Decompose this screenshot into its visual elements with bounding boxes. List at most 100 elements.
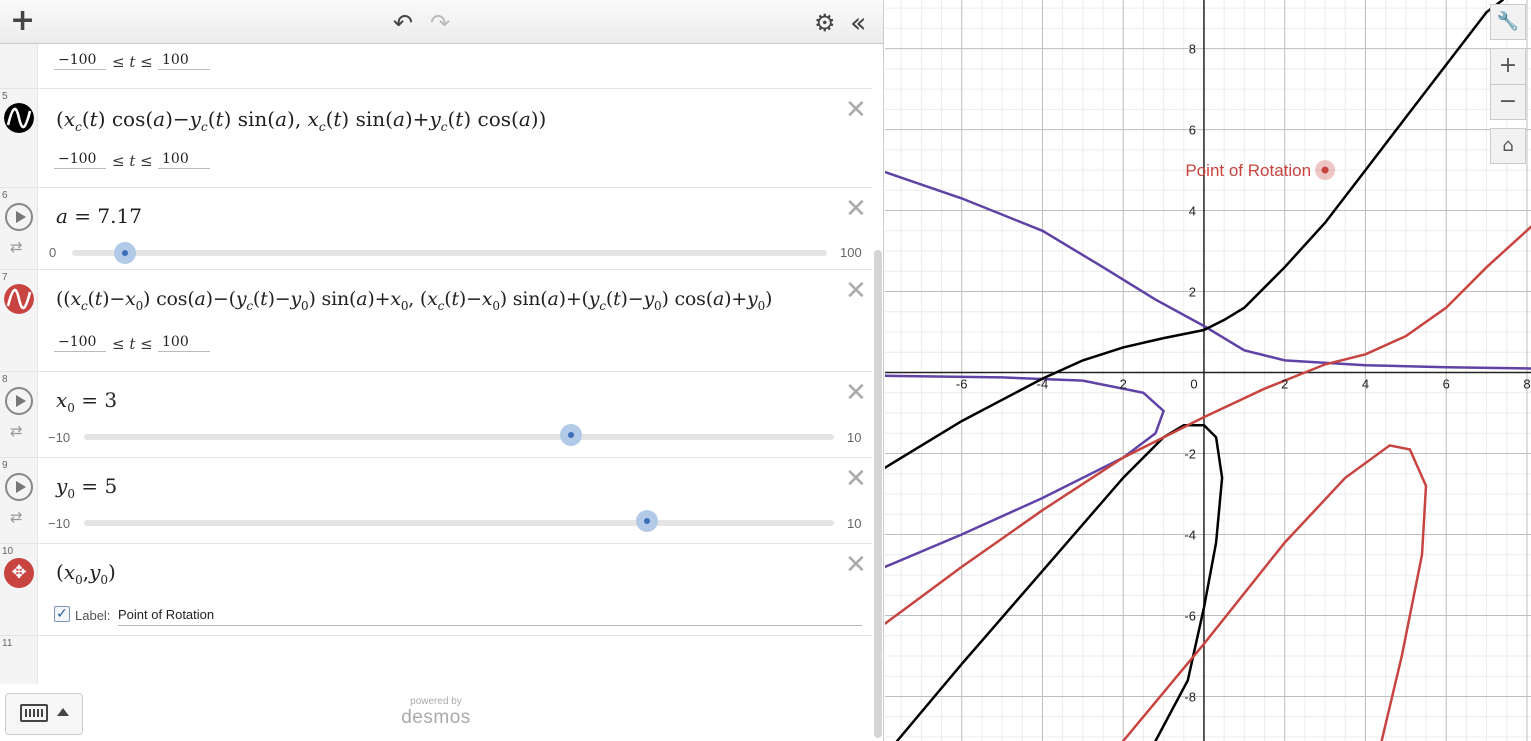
play-slider-button[interactable] [5,203,33,231]
slider-variable: y [56,474,68,498]
graph-settings-wrench-button[interactable]: 🔧 [1490,4,1526,40]
curve-color-icon[interactable] [4,284,34,314]
collapse-panel-button[interactable]: ‹‹ [850,6,867,39]
y-tick-label: 6 [1189,123,1196,138]
x-tick-label: 2 [1120,377,1127,392]
parameter-inequality: ≤ t ≤ [112,53,153,71]
parameter-inequality: ≤ t ≤ [112,152,153,170]
point-expression[interactable]: (x0,y0) [56,560,116,587]
parameter-lower-bound[interactable]: −100 [54,151,106,169]
purple-curve-lower [885,374,1166,569]
expression-index: 11 [2,638,13,649]
expression-list-scrollbar[interactable] [874,250,882,738]
slider-handle[interactable] [114,242,136,264]
slider-min[interactable]: 0 [49,245,56,260]
expression-index: 9 [2,460,8,471]
slider-variable: x [56,388,68,412]
delete-expression-button[interactable]: ✕ [845,380,867,406]
black-curve-lower [895,423,1224,741]
expression-row-9[interactable]: 9 ⇄ y0 = 5 ✕ −10 10 [0,458,872,544]
powered-by-desmos[interactable]: powered by desmos [396,696,476,729]
expression-row-6[interactable]: 6 ⇄ a = 7.17 ✕ 0 100 [0,188,872,270]
slider-value: 3 [104,388,118,412]
graph-canvas[interactable]: -6 -4 2 0 2 4 6 8 8 6 4 2 -2 -4 -6 -8 Point of Rotation [885,0,1531,741]
expression-row-7[interactable]: 7 ((xc(t)−x0) cos(a)−(yc(t)−y0) sin(a)+x… [0,270,872,372]
slider-max[interactable]: 10 [847,516,861,531]
zoom-out-icon: − [1498,89,1518,114]
label-text-input[interactable]: Point of Rotation [118,606,862,626]
keypad-toggle-button[interactable] [5,693,83,735]
delete-expression-button[interactable]: ✕ [845,552,867,578]
loop-mode-icon[interactable]: ⇄ [10,238,23,256]
slider-handle[interactable] [636,510,658,532]
x-tick-label: 6 [1443,377,1450,392]
zoom-out-button[interactable]: − [1490,84,1526,120]
desmos-logo: desmos [401,707,471,728]
loop-mode-icon[interactable]: ⇄ [10,422,23,440]
expression-gutter: 7 [0,270,38,371]
expression-gutter: 5 [0,89,38,187]
slider-max[interactable]: 10 [847,430,861,445]
delete-expression-button[interactable]: ✕ [845,196,867,222]
x-tick-label: -4 [1037,377,1049,392]
caret-up-icon [57,708,69,716]
parameter-lower-bound[interactable]: −100 [54,52,106,70]
slider-max[interactable]: 100 [840,245,862,260]
expression-latex[interactable]: ((xc(t)−x0) cos(a)−(yc(t)−y0) sin(a)+x0,… [56,288,772,313]
expression-latex[interactable]: (xc(t) cos(a)−yc(t) sin(a), xc(t) sin(a)… [56,107,546,134]
expression-gutter: 8 ⇄ [0,372,38,457]
expression-toolbar: + ↶ ↷ ⚙ ‹‹ [0,0,883,44]
slider-expression[interactable]: x0 = 3 [56,388,117,415]
expression-gutter: 9 ⇄ [0,458,38,543]
expression-gutter: 10 ✥ [0,544,38,635]
slider-value: 7.17 [97,204,142,228]
delete-expression-button[interactable]: ✕ [845,466,867,492]
x-tick-label: 4 [1362,377,1369,392]
slider-track[interactable] [84,434,834,440]
graph-paper[interactable]: -6 -4 2 0 2 4 6 8 8 6 4 2 -2 -4 -6 -8 Point of Rotation [885,0,1531,741]
label-checkbox[interactable]: ✓ [54,606,70,622]
parameter-upper-bound[interactable]: 100 [158,52,210,70]
play-slider-button[interactable] [5,387,33,415]
home-icon: ⌂ [1502,135,1514,156]
add-expression-button[interactable]: + [10,6,35,36]
parameter-upper-bound[interactable]: 100 [158,151,210,169]
drag-point-icon[interactable]: ✥ [4,558,34,588]
loop-mode-icon[interactable]: ⇄ [10,508,23,526]
curve-color-icon[interactable] [4,103,34,133]
y-tick-label: -8 [1184,689,1196,704]
expression-index: 5 [2,91,8,102]
y-tick-label: -4 [1184,527,1196,542]
zoom-in-icon: + [1498,53,1518,78]
expression-row-5[interactable]: 5 (xc(t) cos(a)−yc(t) sin(a), xc(t) sin(… [0,89,872,188]
minor-gridlines [885,0,1531,741]
rotation-point-dot [1321,166,1329,174]
expression-list: −100 ≤ t ≤ 100 5 (xc(t) cos(a)−yc(t) sin… [0,44,872,684]
expression-row-10[interactable]: 10 ✥ (x0,y0) ✕ ✓ Label: Point of Rotatio… [0,544,872,636]
parameter-upper-bound[interactable]: 100 [158,334,210,352]
expression-panel: + ↶ ↷ ⚙ ‹‹ −100 ≤ t ≤ 100 5 (xc(t) cos(a… [0,0,884,741]
slider-min[interactable]: −10 [48,430,70,445]
default-viewport-button[interactable]: ⌂ [1490,128,1526,164]
keyboard-icon [20,704,48,722]
delete-expression-button[interactable]: ✕ [845,97,867,123]
expression-row-11[interactable]: 11 [0,636,872,684]
slider-expression[interactable]: y0 = 5 [56,474,117,501]
powered-by-text: powered by [410,696,462,707]
delete-expression-button[interactable]: ✕ [845,278,867,304]
expression-gutter: 6 ⇄ [0,188,38,269]
graph-settings-button[interactable]: ⚙ [814,9,836,37]
zoom-in-button[interactable]: + [1490,48,1526,84]
undo-button[interactable]: ↶ [393,9,413,37]
expression-row-8[interactable]: 8 ⇄ x0 = 3 ✕ −10 10 [0,372,872,458]
x-tick-label: 8 [1523,377,1530,392]
redo-button[interactable]: ↷ [430,9,450,37]
parameter-lower-bound[interactable]: −100 [54,334,106,352]
slider-track[interactable] [72,250,827,256]
black-curve-main [885,0,1504,469]
slider-handle[interactable] [560,424,582,446]
slider-min[interactable]: −10 [48,516,70,531]
slider-track[interactable] [84,520,834,526]
play-slider-button[interactable] [5,473,33,501]
slider-expression[interactable]: a = 7.17 [56,204,142,228]
